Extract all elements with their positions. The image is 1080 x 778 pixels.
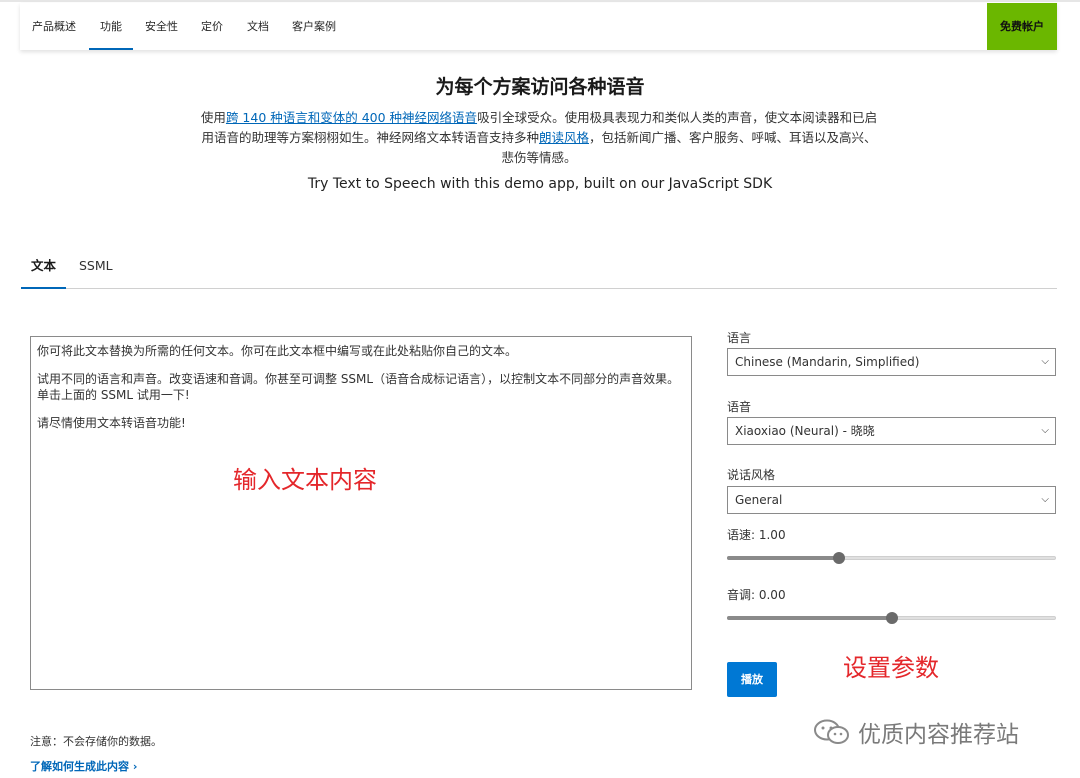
chevron-down-icon: ⌵	[1041, 494, 1049, 505]
top-nav: 产品概述 功能 安全性 定价 文档 客户案例 免费帐户	[20, 3, 1057, 50]
learn-more-label: 了解如何生成此内容	[30, 760, 129, 773]
rate-slider-fill	[727, 556, 839, 560]
voice-label: 语音	[727, 400, 752, 414]
learn-more-link[interactable]: 了解如何生成此内容 ›	[30, 758, 137, 774]
input-text-annotation: 输入文本内容	[233, 466, 377, 494]
watermark: 优质内容推荐站	[812, 716, 1019, 748]
top-border	[0, 0, 1080, 2]
pitch-slider[interactable]	[727, 611, 1056, 625]
tab-text[interactable]: 文本	[20, 252, 67, 289]
editor-paragraph: 请尽情使用文本转语音功能!	[37, 416, 186, 430]
editor-paragraph: 试用不同的语言和声音。改变语速和音调。你甚至可调整 SSML（语音合成标记语言）…	[37, 372, 680, 402]
nav-item-pricing[interactable]: 定价	[201, 3, 223, 50]
pitch-slider-fill	[727, 616, 892, 620]
chevron-right-icon: ›	[132, 760, 138, 773]
privacy-note: 注意：不会存储你的数据。	[30, 735, 162, 748]
style-select-value: General	[735, 493, 783, 507]
voice-select-value: Xiaoxiao (Neural) - 晓晓	[735, 424, 875, 438]
pitch-label: 音调: 0.00	[727, 588, 786, 602]
language-select[interactable]: Chinese (Mandarin, Simplified) ⌵	[727, 348, 1056, 376]
nav-item-docs[interactable]: 文档	[247, 3, 269, 50]
chevron-down-icon: ⌵	[1041, 356, 1049, 367]
demo-subtitle: Try Text to Speech with this demo app, b…	[307, 176, 773, 192]
text-input-area[interactable]: 你可将此文本替换为所需的任何文本。你可在此文本框中编写或在此处粘贴你自己的文本。…	[30, 336, 692, 690]
wechat-icon	[814, 719, 849, 744]
speaking-styles-link[interactable]: 朗读风格	[539, 130, 589, 145]
voices-link[interactable]: 跨 140 种语言和变体的 400 种神经网络语音	[226, 110, 477, 125]
tab-ssml[interactable]: SSML	[79, 252, 113, 288]
chevron-down-icon: ⌵	[1041, 425, 1049, 436]
nav-item-customers[interactable]: 客户案例	[292, 3, 336, 50]
nav-item-features[interactable]: 功能	[89, 3, 133, 50]
watermark-text: 优质内容推荐站	[858, 722, 1019, 748]
pitch-slider-thumb[interactable]	[885, 612, 898, 624]
style-label: 说话风格	[727, 468, 776, 482]
rate-slider-thumb[interactable]	[832, 552, 845, 564]
settings-annotation: 设置参数	[843, 654, 939, 682]
editor-paragraph: 你可将此文本替换为所需的任何文本。你可在此文本框中编写或在此处粘贴你自己的文本。	[37, 344, 518, 358]
desc-prefix: 使用	[200, 110, 226, 125]
page-title: 为每个方案访问各种语音	[435, 76, 645, 98]
voice-select[interactable]: Xiaoxiao (Neural) - 晓晓 ⌵	[727, 417, 1056, 445]
style-select[interactable]: General ⌵	[727, 486, 1056, 514]
free-account-button[interactable]: 免费帐户	[987, 3, 1057, 50]
language-select-value: Chinese (Mandarin, Simplified)	[735, 355, 920, 369]
rate-label: 语速: 1.00	[727, 528, 786, 542]
page-description: 使用跨 140 种语言和变体的 400 种神经网络语音吸引全球受众。使用极具表现…	[196, 108, 882, 168]
nav-item-overview[interactable]: 产品概述	[32, 3, 76, 50]
nav-item-security[interactable]: 安全性	[145, 3, 178, 50]
input-tabs: 文本 SSML	[20, 252, 1057, 289]
rate-slider[interactable]	[727, 551, 1056, 565]
language-label: 语言	[727, 331, 752, 345]
play-button[interactable]: 播放	[727, 662, 777, 697]
